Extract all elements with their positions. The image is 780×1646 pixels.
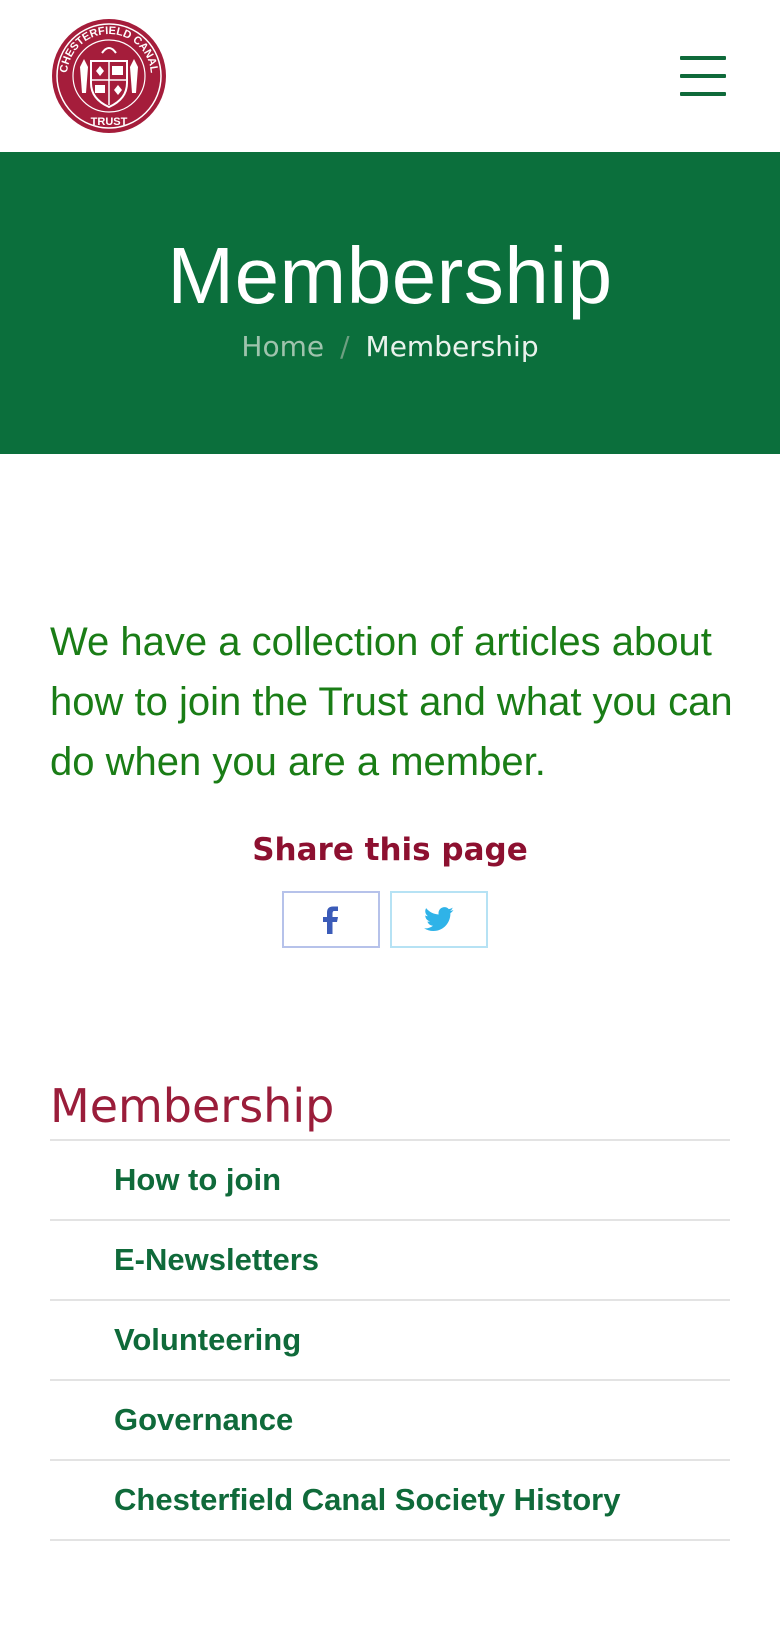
list-item: Volunteering [50,1301,730,1381]
nav-link-volunteering[interactable]: Volunteering [114,1322,301,1358]
facebook-icon [323,906,338,934]
breadcrumb: Home / Membership [0,330,780,364]
share-twitter-button[interactable] [390,891,488,948]
logo-text-bottom: TRUST [91,116,128,128]
nav-link-society-history[interactable]: Chesterfield Canal Society History [114,1482,621,1518]
menu-bar [680,92,726,96]
intro-text: We have a collection of articles about h… [50,620,733,784]
page-hero-banner: Membership Home / Membership [0,152,780,454]
breadcrumb-current: Membership [365,330,539,363]
nav-link-how-to-join[interactable]: How to join [114,1162,281,1198]
share-heading: Share this page [252,832,528,868]
menu-bar [680,74,726,78]
list-item: Governance [50,1381,730,1461]
list-item: How to join [50,1141,730,1221]
twitter-icon [424,907,454,931]
list-item: E-Newsletters [50,1221,730,1301]
site-logo[interactable]: CHESTERFIELD CANAL TRUST [50,17,168,135]
breadcrumb-home-link[interactable]: Home [241,330,324,363]
menu-bar [680,56,726,60]
list-item: Chesterfield Canal Society History [50,1461,730,1541]
breadcrumb-separator: / [340,330,350,363]
section-nav-list: How to join E-Newsletters Volunteering G… [50,1141,730,1541]
site-header: CHESTERFIELD CANAL TRUST [0,0,780,152]
chesterfield-canal-trust-logo: CHESTERFIELD CANAL TRUST [52,19,166,133]
section-nav-title: Membership [50,1079,335,1133]
hamburger-menu-icon[interactable] [680,56,728,96]
share-facebook-button[interactable] [282,891,380,948]
page-title: Membership [167,231,613,320]
nav-link-governance[interactable]: Governance [114,1402,293,1438]
nav-link-e-newsletters[interactable]: E-Newsletters [114,1242,319,1278]
